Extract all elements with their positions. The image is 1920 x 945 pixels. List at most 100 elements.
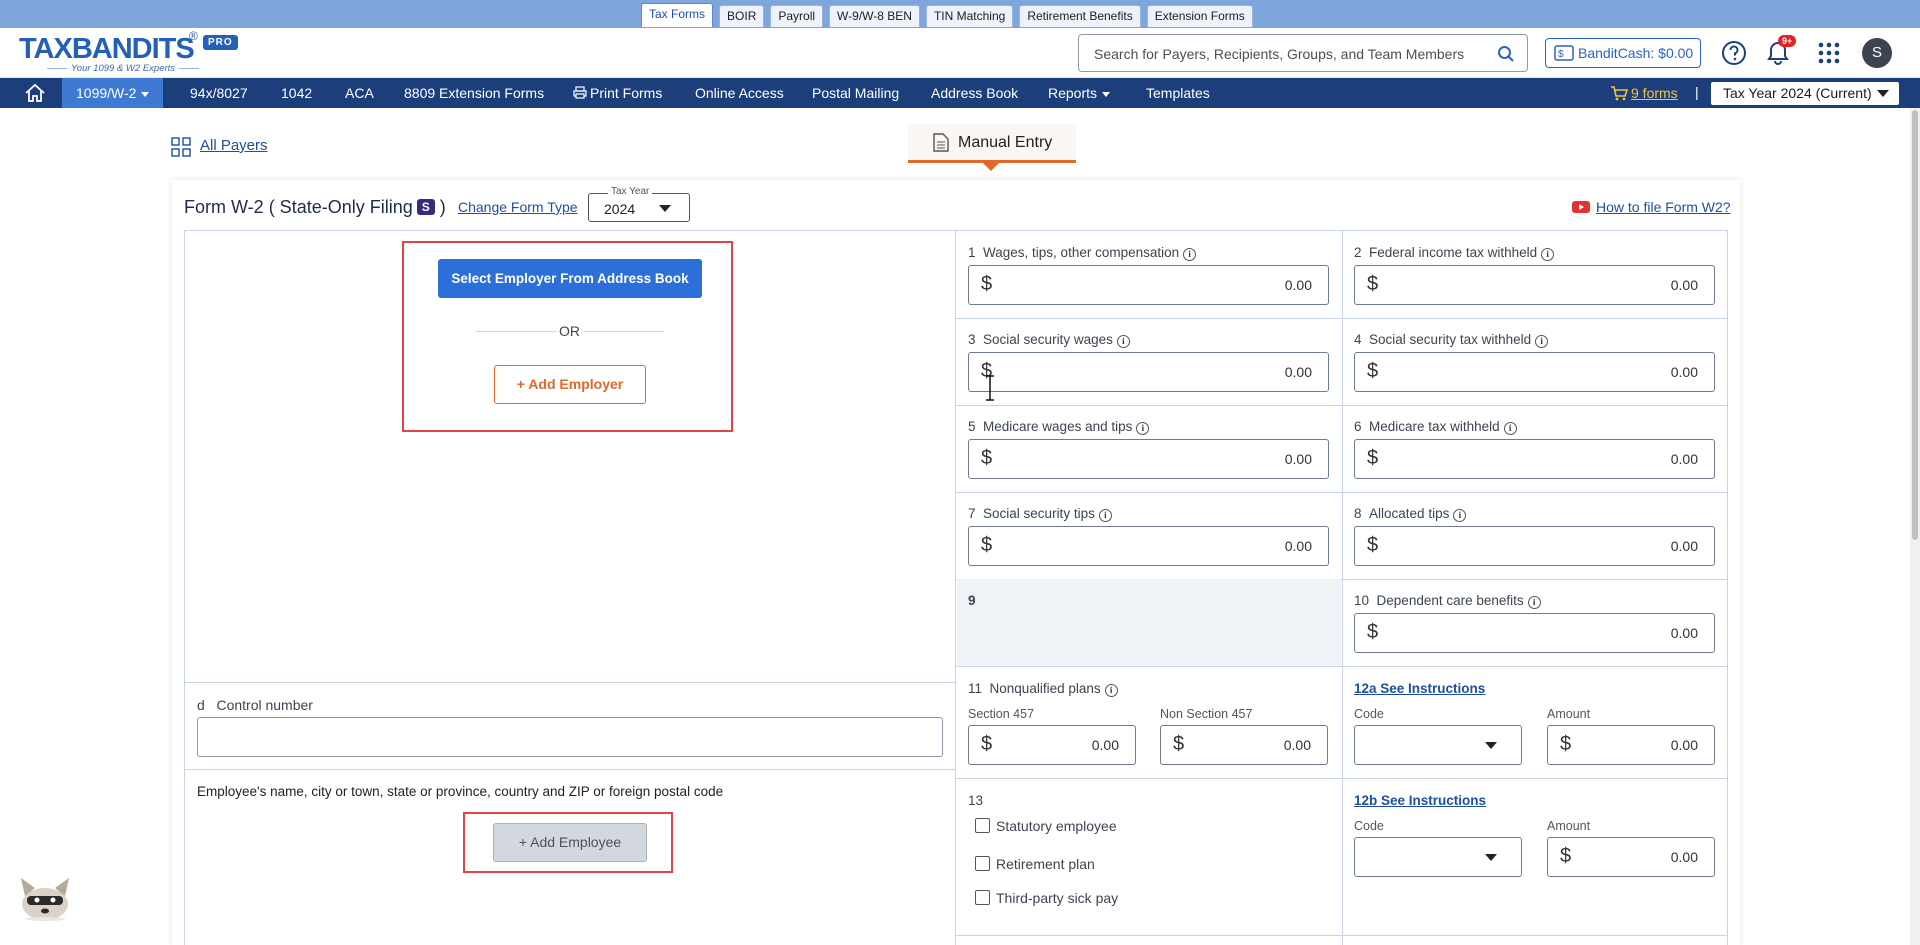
change-form-type-link[interactable]: Change Form Type xyxy=(458,199,578,215)
product-tab-boir[interactable]: BOIR xyxy=(719,5,765,27)
info-icon[interactable]: i xyxy=(1098,509,1112,522)
nav-address-book[interactable]: Address Book xyxy=(931,78,1018,108)
product-tab-extension[interactable]: Extension Forms xyxy=(1146,5,1253,27)
box8-allocated-tips-input[interactable]: $0.00 xyxy=(1354,526,1715,566)
tax-year-label: Tax Year xyxy=(608,186,653,197)
user-avatar[interactable]: S xyxy=(1862,38,1892,68)
product-tab-payroll[interactable]: Payroll xyxy=(770,5,824,27)
box5-medicare-wages-input[interactable]: $0.00 xyxy=(968,439,1329,479)
nav-postal-mailing[interactable]: Postal Mailing xyxy=(812,78,899,108)
nav-print-forms[interactable]: Print Forms xyxy=(573,78,662,108)
nav-reports[interactable]: Reports xyxy=(1048,78,1111,108)
youtube-icon xyxy=(1572,201,1590,213)
nav-8809[interactable]: 8809 Extension Forms xyxy=(404,78,544,108)
info-icon[interactable]: i xyxy=(1104,684,1118,697)
how-to-file-link[interactable]: How to file Form W2? xyxy=(1572,199,1731,215)
scrollbar-thumb[interactable] xyxy=(1912,110,1918,540)
box12b-amount-input[interactable]: $0.00 xyxy=(1547,837,1715,877)
box10-value: 0.00 xyxy=(1670,625,1698,641)
dollar-icon: $ xyxy=(1367,621,1379,643)
manual-entry-indicator xyxy=(983,163,999,171)
or-divider-right xyxy=(584,331,664,332)
box10-label: 10 Dependent care benefits i xyxy=(1354,593,1541,609)
box5-title: Medicare wages and tips xyxy=(983,419,1133,434)
box4-number: 4 xyxy=(1354,332,1362,347)
box7-label: 7 Social security tips i xyxy=(968,506,1112,522)
dollar-icon: $ xyxy=(981,733,993,755)
box4-ss-tax-input[interactable]: $0.00 xyxy=(1354,352,1715,392)
box12b-code-select[interactable] xyxy=(1354,837,1522,877)
help-icon[interactable] xyxy=(1721,40,1747,66)
box1-wages-input[interactable]: $0.00 xyxy=(968,265,1329,305)
grid-divider xyxy=(955,666,1728,667)
nav-online-access[interactable]: Online Access xyxy=(695,78,784,108)
dollar-icon: $ xyxy=(1560,733,1572,755)
chevron-down-icon xyxy=(1485,854,1497,861)
box2-federal-tax-input[interactable]: $0.00 xyxy=(1354,265,1715,305)
cart-link[interactable]: 9 forms xyxy=(1610,85,1678,101)
form-tax-year-select[interactable]: Tax Year 2024 xyxy=(588,186,690,222)
nav-94x[interactable]: 94x/8027 xyxy=(190,78,248,108)
info-icon[interactable]: i xyxy=(1503,422,1517,435)
box12a-instructions-link[interactable]: 12a See Instructions xyxy=(1354,681,1485,696)
non-section-457-input[interactable]: $0.00 xyxy=(1160,725,1328,765)
box11-title: Nonqualified plans xyxy=(989,681,1101,696)
box12a-code-select[interactable] xyxy=(1354,725,1522,765)
nav-1042[interactable]: 1042 xyxy=(281,78,312,108)
retirement-plan-checkbox[interactable] xyxy=(975,856,990,871)
all-payers-link[interactable]: All Payers xyxy=(171,137,268,154)
info-icon[interactable]: i xyxy=(1116,335,1130,348)
apps-grid-icon[interactable] xyxy=(1818,42,1840,64)
nav-aca[interactable]: ACA xyxy=(345,78,374,108)
box6-medicare-tax-input[interactable]: $0.00 xyxy=(1354,439,1715,479)
add-employer-button[interactable]: + Add Employer xyxy=(494,365,646,404)
page-scrollbar[interactable] xyxy=(1910,108,1920,945)
info-icon[interactable]: i xyxy=(1541,248,1555,261)
manual-entry-tab[interactable]: Manual Entry xyxy=(908,124,1076,163)
select-employer-button[interactable]: Select Employer From Address Book xyxy=(438,259,702,298)
grid-divider xyxy=(1342,230,1343,945)
product-tab-w9[interactable]: W-9/W-8 BEN xyxy=(829,5,920,27)
statutory-employee-checkbox[interactable] xyxy=(975,818,990,833)
info-icon[interactable]: i xyxy=(1535,335,1549,348)
search-input[interactable]: Search for Payers, Recipients, Groups, a… xyxy=(1094,46,1464,62)
tax-year-select[interactable]: Tax Year 2024 (Current) xyxy=(1711,82,1899,105)
box10-dependent-care-input[interactable]: $0.00 xyxy=(1354,613,1715,653)
form-title: Form W-2 ( State-Only Filing S ) xyxy=(184,197,446,218)
box11-number: 11 xyxy=(968,681,983,696)
logo-wordmark: TAXBANDITS xyxy=(19,33,195,65)
product-tab-retirement[interactable]: Retirement Benefits xyxy=(1019,5,1141,27)
taxbandits-logo[interactable]: TAXBANDITS ® PRO Your 1099 & W2 Experts xyxy=(19,29,239,74)
control-number-input[interactable] xyxy=(197,717,943,757)
dollar-icon: $ xyxy=(981,447,993,469)
box12b-instructions-link[interactable]: 12b See Instructions xyxy=(1354,793,1486,808)
info-icon[interactable]: i xyxy=(1183,248,1197,261)
search-box[interactable]: Search for Payers, Recipients, Groups, a… xyxy=(1078,34,1528,72)
or-label: OR xyxy=(559,323,580,339)
product-tab-tax-forms[interactable]: Tax Forms xyxy=(641,3,714,27)
box6-value: 0.00 xyxy=(1670,451,1698,467)
info-icon[interactable]: i xyxy=(1527,596,1541,609)
nav-print-forms-label: Print Forms xyxy=(590,85,663,101)
add-employee-button[interactable]: + Add Employee xyxy=(493,823,647,862)
dollar-icon: $ xyxy=(981,273,993,295)
product-tab-tin-matching[interactable]: TIN Matching xyxy=(925,5,1014,27)
retirement-plan-label: Retirement plan xyxy=(996,856,1095,872)
mascot-chat-icon[interactable] xyxy=(17,874,73,922)
info-icon[interactable]: i xyxy=(1136,422,1150,435)
nav-1099-w2[interactable]: 1099/W-2 xyxy=(62,78,164,108)
box12a-amount-input[interactable]: $0.00 xyxy=(1547,725,1715,765)
box8-title: Allocated tips xyxy=(1369,506,1450,521)
box12b-amount-value: 0.00 xyxy=(1670,849,1698,865)
home-icon[interactable] xyxy=(24,83,46,103)
bandit-cash-button[interactable]: $ BanditCash: $0.00 xyxy=(1545,38,1701,68)
box3-ss-wages-input[interactable]: $0.00 xyxy=(968,352,1329,392)
section-457-input[interactable]: $0.00 xyxy=(968,725,1136,765)
search-icon[interactable] xyxy=(1497,45,1515,63)
logo-tagline: Your 1099 & W2 Experts xyxy=(43,63,203,74)
box7-ss-tips-input[interactable]: $0.00 xyxy=(968,526,1329,566)
box3-number: 3 xyxy=(968,332,976,347)
third-party-sick-pay-checkbox[interactable] xyxy=(975,890,990,905)
info-icon[interactable]: i xyxy=(1453,509,1467,522)
nav-templates[interactable]: Templates xyxy=(1146,78,1210,108)
